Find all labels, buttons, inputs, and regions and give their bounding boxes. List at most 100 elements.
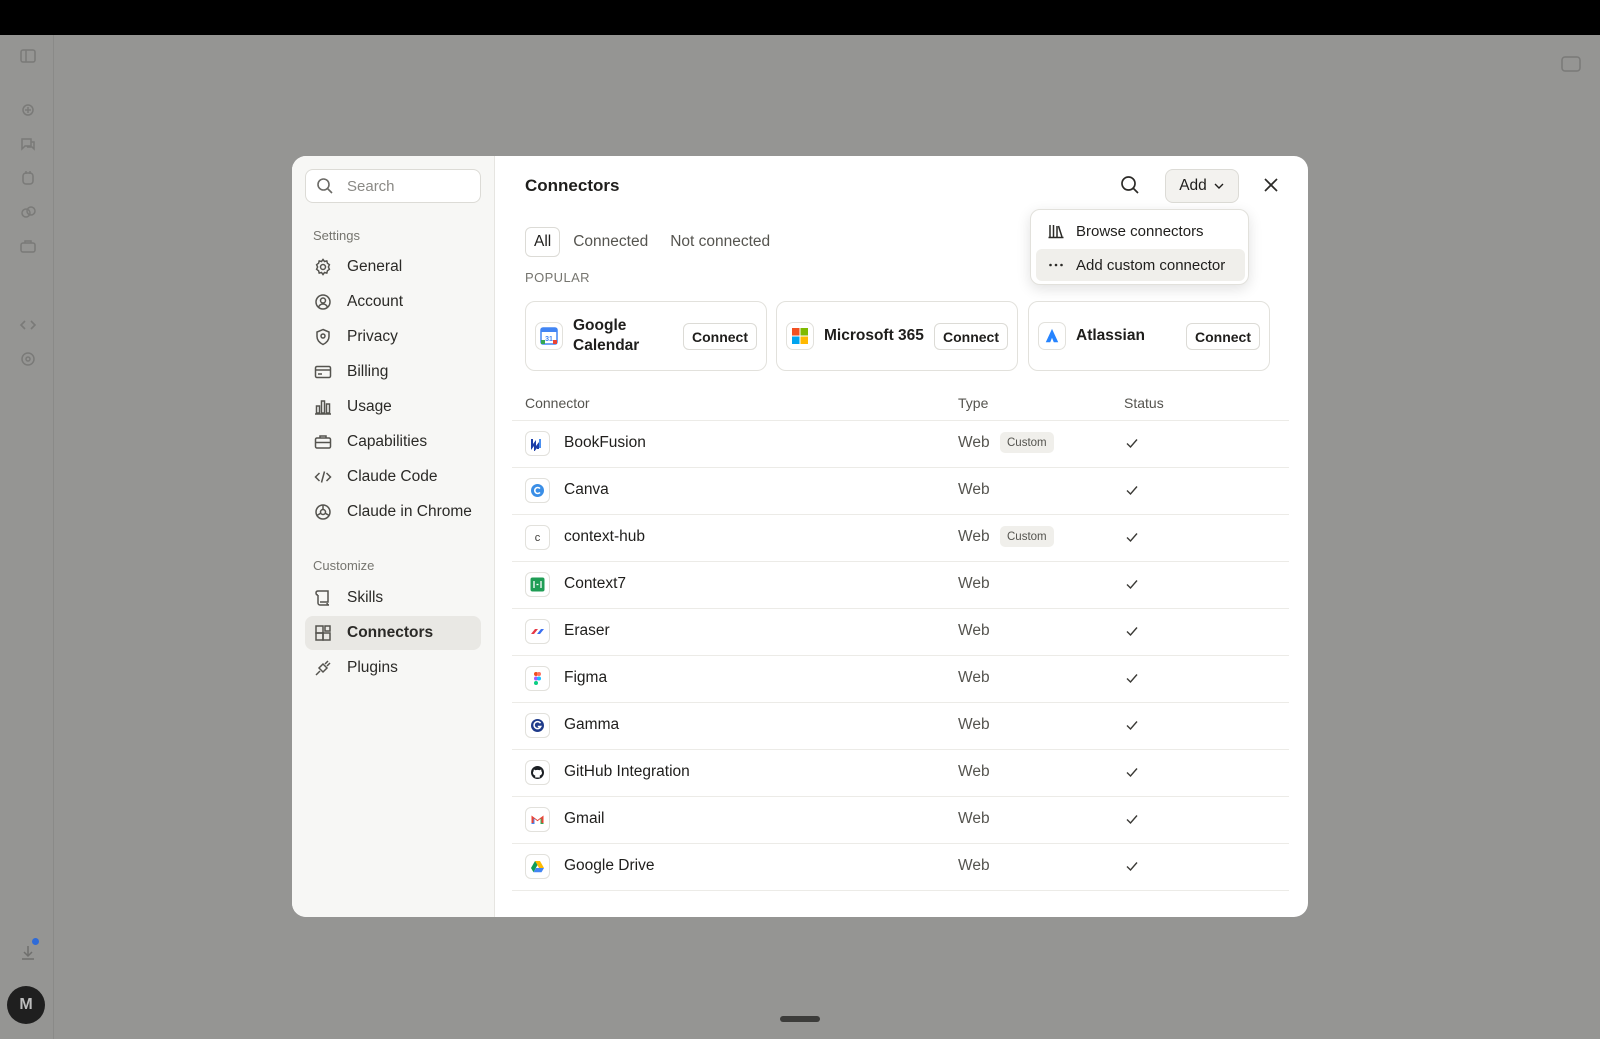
table-row[interactable]: c context-hub Web Custom [512, 514, 1289, 561]
customize-section-title: Customize [313, 558, 375, 573]
table-row[interactable]: Figma Web [512, 655, 1289, 702]
google-drive-icon [525, 854, 550, 879]
microsoft-icon [786, 322, 814, 350]
home-indicator [780, 1016, 820, 1022]
sidebar-item-billing[interactable]: Billing [305, 355, 481, 389]
popular-card-microsoft-365: Microsoft 365 Connect [776, 301, 1018, 371]
connector-name: Canva [564, 481, 609, 498]
connect-button[interactable]: Connect [1186, 323, 1260, 350]
connector-type: Web [958, 575, 990, 592]
add-button[interactable]: Add [1165, 169, 1239, 203]
tab-all[interactable]: All [525, 227, 561, 257]
sidebar-item-label: Billing [347, 363, 389, 380]
connector-type: Web [958, 810, 990, 827]
sidebar-item-usage[interactable]: Usage [305, 390, 481, 424]
connect-button[interactable]: Connect [683, 323, 757, 350]
check-icon [1124, 623, 1140, 639]
shield-icon [316, 328, 330, 346]
table-row[interactable]: Canva Web [512, 467, 1289, 514]
user-circle-icon [315, 294, 331, 310]
eraser-icon [525, 619, 550, 644]
sidebar-item-skills[interactable]: Skills [305, 581, 481, 615]
popular-card-atlassian: Atlassian Connect [1028, 301, 1270, 371]
card-name-line1: Microsoft 365 [824, 327, 924, 344]
sidebar-item-claude-code[interactable]: Claude Code [305, 460, 481, 494]
card-name-line2: Calendar [573, 337, 640, 354]
custom-badge: Custom [1000, 526, 1054, 547]
scroll-icon [315, 590, 330, 606]
check-icon [1124, 435, 1140, 451]
check-icon [1124, 764, 1140, 780]
sidebar-item-claude-in-chrome[interactable]: Claude in Chrome [305, 495, 481, 529]
connector-type: Web [958, 434, 990, 451]
connector-name: BookFusion [564, 434, 646, 451]
plug-icon [315, 660, 331, 676]
close-icon[interactable] [1260, 174, 1282, 196]
sidebar-item-label: Usage [347, 398, 392, 415]
connector-name: Google Drive [564, 857, 655, 874]
search-input[interactable] [347, 177, 477, 195]
connector-type: Web [958, 716, 990, 733]
panel-icon[interactable] [1560, 54, 1582, 74]
column-header-status: Status [1124, 395, 1164, 411]
bookfusion-icon [525, 431, 550, 456]
sidebar-item-plugins[interactable]: Plugins [305, 651, 481, 685]
menu-item-browse-connectors[interactable]: Browse connectors [1036, 215, 1245, 247]
canva-icon [525, 478, 550, 503]
check-icon [1124, 811, 1140, 827]
search-icon[interactable] [1118, 173, 1142, 197]
menu-item-add-custom-connector[interactable]: Add custom connector [1036, 249, 1245, 281]
connect-button[interactable]: Connect [934, 323, 1008, 350]
context7-icon [525, 572, 550, 597]
sidebar-toggle-icon[interactable] [19, 47, 37, 65]
table-row[interactable]: Context7 Web [512, 561, 1289, 608]
chats-icon[interactable] [19, 135, 37, 153]
atlassian-icon [1038, 322, 1066, 350]
add-button-label: Add [1179, 177, 1207, 194]
sidebar-item-label: Claude Code [347, 468, 438, 485]
check-icon [1124, 670, 1140, 686]
sidebar-item-connectors[interactable]: Connectors [305, 616, 481, 650]
connector-type: Web [958, 622, 990, 639]
table-row[interactable]: GitHub Integration Web [512, 749, 1289, 796]
sidebar-item-capabilities[interactable]: Capabilities [305, 425, 481, 459]
new-chat-icon[interactable] [19, 101, 37, 119]
table-row[interactable]: Gmail Web [512, 796, 1289, 843]
table-row[interactable]: Eraser Web [512, 608, 1289, 655]
blocks-icon [315, 625, 331, 641]
connector-name: Gamma [564, 716, 620, 733]
add-dropdown-menu: Browse connectors Add custom connector [1030, 209, 1249, 285]
artifacts-icon[interactable] [19, 203, 37, 221]
check-icon [1124, 482, 1140, 498]
chrome-icon[interactable] [19, 350, 37, 368]
bar-chart-icon [315, 400, 331, 415]
card-icon [314, 365, 332, 379]
sidebar-item-label: Account [347, 293, 404, 310]
table-row[interactable]: Google Drive Web [512, 843, 1289, 890]
filter-tabs: All Connected Not connected [525, 227, 779, 257]
connector-name: GitHub Integration [564, 763, 690, 780]
settings-section-title: Settings [313, 228, 360, 243]
notification-dot [32, 938, 39, 945]
connector-name: context-hub [564, 528, 645, 545]
code-icon[interactable] [19, 316, 37, 334]
table-row[interactable]: Gamma Web [512, 702, 1289, 749]
table-row[interactable]: BookFusion Web Custom [512, 420, 1289, 467]
sidebar-item-account[interactable]: Account [305, 285, 481, 319]
column-header-type: Type [958, 395, 989, 411]
download-icon[interactable] [18, 942, 38, 962]
avatar[interactable]: M [7, 986, 45, 1024]
globe-icon [315, 504, 331, 520]
menu-item-label: Browse connectors [1076, 222, 1204, 240]
connector-type: Web [958, 481, 990, 498]
tab-connected[interactable]: Connected [564, 227, 657, 257]
settings-search[interactable] [305, 169, 481, 203]
sidebar-item-label: Privacy [347, 328, 398, 345]
projects-icon[interactable] [19, 169, 37, 187]
sidebar-item-privacy[interactable]: Privacy [305, 320, 481, 354]
code-icon [314, 471, 332, 483]
column-header-connector: Connector [525, 395, 590, 411]
tab-not-connected[interactable]: Not connected [661, 227, 779, 257]
briefcase-icon[interactable] [19, 237, 37, 255]
sidebar-item-general[interactable]: General [305, 250, 481, 284]
